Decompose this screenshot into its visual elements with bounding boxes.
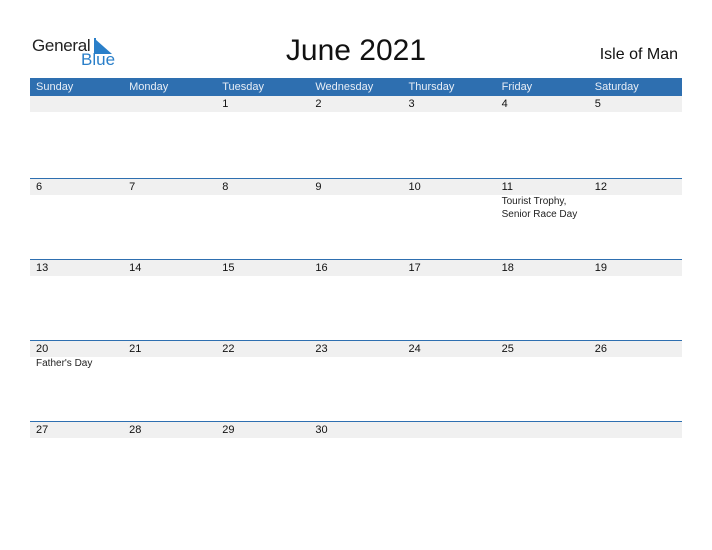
day-number: 18 bbox=[501, 262, 514, 274]
day-number: 25 bbox=[501, 343, 514, 355]
day-number: 9 bbox=[315, 181, 322, 193]
week-row: 20 21 22 23 24 25 26 Father's Day bbox=[30, 340, 682, 421]
day-number: 5 bbox=[594, 98, 601, 110]
day-number: 23 bbox=[315, 343, 328, 355]
day-number: 14 bbox=[129, 262, 142, 274]
day-number: 15 bbox=[222, 262, 235, 274]
week-row: 27 28 29 30 bbox=[30, 421, 682, 502]
day-number bbox=[496, 422, 589, 438]
day-number: 3 bbox=[408, 98, 415, 110]
date-number-row: 27 28 29 30 bbox=[30, 421, 682, 438]
holiday-event: Father's Day bbox=[36, 358, 93, 369]
weekday-monday: Monday bbox=[129, 81, 169, 93]
date-number-row: 1 2 3 4 5 bbox=[30, 96, 682, 112]
weekday-friday: Friday bbox=[501, 81, 533, 93]
event-row: Father's Day bbox=[30, 357, 682, 370]
weekday-tuesday: Tuesday bbox=[222, 81, 265, 93]
holiday-event bbox=[589, 357, 682, 370]
date-number-row: 6 7 8 9 10 11 12 bbox=[30, 178, 682, 195]
day-number: 22 bbox=[222, 343, 235, 355]
weekday-saturday: Saturday bbox=[594, 81, 639, 93]
holiday-event: Tourist Trophy, Senior Race Day bbox=[501, 196, 578, 220]
day-number: 24 bbox=[408, 343, 421, 355]
day-number: 4 bbox=[501, 98, 508, 110]
holiday-event bbox=[216, 357, 309, 370]
day-number: 20 bbox=[36, 343, 49, 355]
weekday-wednesday: Wednesday bbox=[315, 81, 374, 93]
holiday-event bbox=[403, 357, 496, 370]
weekday-sunday: Sunday bbox=[36, 81, 74, 93]
holiday-event bbox=[216, 195, 309, 221]
day-number: 6 bbox=[36, 181, 43, 193]
day-number: 19 bbox=[594, 262, 607, 274]
day-number: 1 bbox=[222, 98, 229, 110]
day-number: 26 bbox=[594, 343, 607, 355]
day-number bbox=[403, 422, 496, 438]
day-number: 11 bbox=[501, 181, 514, 193]
day-number: 28 bbox=[129, 424, 142, 436]
week-row: 13 14 15 16 17 18 19 bbox=[30, 259, 682, 340]
country-label: Isle of Man bbox=[599, 46, 678, 63]
week-row: 6 7 8 9 10 11 12 Tourist Trophy, Senior Race Da… bbox=[30, 178, 682, 259]
day-number bbox=[123, 96, 216, 112]
day-number: 8 bbox=[222, 181, 229, 193]
day-number: 16 bbox=[315, 262, 328, 274]
day-number: 7 bbox=[129, 181, 136, 193]
day-number: 13 bbox=[36, 262, 49, 274]
weekday-thursday: Thursday bbox=[408, 81, 455, 93]
day-number: 29 bbox=[222, 424, 235, 436]
day-number: 17 bbox=[408, 262, 421, 274]
weekday-header: Sunday Monday Tuesday Wednesday Thursday… bbox=[30, 78, 682, 96]
day-number: 10 bbox=[408, 181, 421, 193]
date-number-row: 13 14 15 16 17 18 19 bbox=[30, 259, 682, 276]
holiday-event bbox=[30, 195, 123, 221]
date-number-row: 20 21 22 23 24 25 26 bbox=[30, 340, 682, 357]
holiday-event bbox=[123, 195, 216, 221]
holiday-event bbox=[309, 195, 402, 221]
day-number: 2 bbox=[315, 98, 322, 110]
holiday-event bbox=[309, 357, 402, 370]
event-row: Tourist Trophy, Senior Race Day bbox=[30, 195, 682, 221]
day-number bbox=[589, 422, 682, 438]
holiday-event bbox=[403, 195, 496, 221]
day-number: 27 bbox=[36, 424, 49, 436]
day-number: 12 bbox=[594, 181, 607, 193]
holiday-event bbox=[589, 195, 682, 221]
week-row: 1 2 3 4 5 bbox=[30, 96, 682, 177]
day-number: 21 bbox=[129, 343, 142, 355]
holiday-event bbox=[496, 357, 589, 370]
day-number: 30 bbox=[315, 424, 328, 436]
holiday-event bbox=[123, 357, 216, 370]
day-number bbox=[30, 96, 123, 112]
